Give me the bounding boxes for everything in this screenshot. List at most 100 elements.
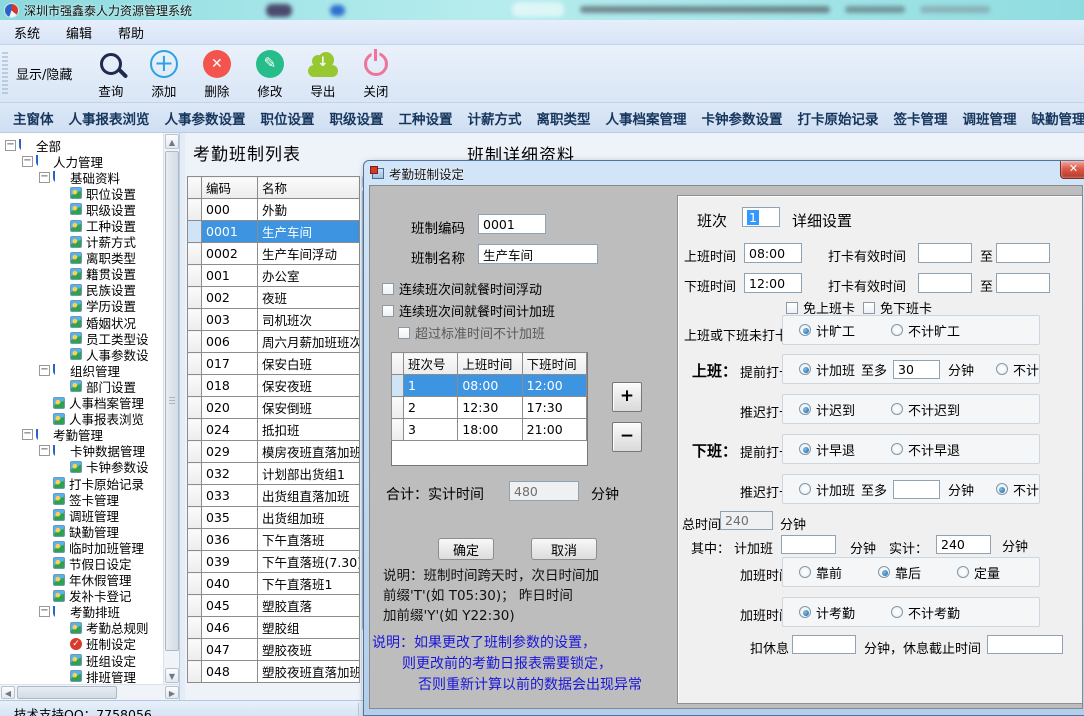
row-selector[interactable] <box>188 529 202 551</box>
add-button[interactable]: +添加 <box>137 48 190 100</box>
row-selector[interactable] <box>188 507 202 529</box>
tree-vertical-scrollbar[interactable]: ▲ ▼ <box>163 133 180 684</box>
row-selector[interactable] <box>188 441 202 463</box>
table-row[interactable]: 032计划部出货组1 <box>188 463 360 485</box>
radio-option[interactable]: 计迟到 <box>799 400 855 419</box>
scroll-down-icon[interactable]: ▼ <box>165 668 179 683</box>
shift-name-input[interactable]: 生产车间 <box>478 244 598 264</box>
row-selector[interactable] <box>188 617 202 639</box>
tab-1[interactable]: 人事报表浏览 <box>69 108 150 128</box>
table-row[interactable]: 001办公室 <box>188 265 360 287</box>
row-selector[interactable] <box>188 265 202 287</box>
export-button[interactable]: ↓导出 <box>296 48 349 100</box>
table-row[interactable]: 024抵扣班 <box>188 419 360 441</box>
menu-item-编辑[interactable]: 编辑 <box>66 23 92 42</box>
collapse-icon[interactable]: − <box>22 156 33 167</box>
column-header[interactable]: 上班时间 <box>458 353 522 375</box>
table-row[interactable]: 002夜班 <box>188 287 360 309</box>
early-in-max-input[interactable]: 30 <box>893 360 940 379</box>
add-session-button[interactable]: + <box>612 382 642 412</box>
radio-no-count[interactable]: 不计 <box>996 480 1039 499</box>
row-selector[interactable] <box>188 309 202 331</box>
close-icon[interactable]: ✕ <box>1060 161 1084 179</box>
radio-option[interactable]: 不计早退 <box>891 440 960 459</box>
table-row[interactable]: 020保安倒班 <box>188 397 360 419</box>
row-selector[interactable] <box>188 639 202 661</box>
row-selector[interactable] <box>188 331 202 353</box>
show-hide-toggle[interactable]: 显示/隐藏 <box>16 64 72 83</box>
tab-13[interactable]: 缺勤管理 <box>1032 108 1084 128</box>
tree-item[interactable]: 职位设置 <box>0 185 162 201</box>
scroll-left-icon[interactable]: ◀ <box>1 686 15 699</box>
tree-item[interactable]: −组织管理 <box>0 362 162 378</box>
session-row[interactable]: 318:0021:00 <box>392 419 587 441</box>
overtime-input[interactable] <box>781 535 836 554</box>
deduct-rest-input[interactable] <box>792 635 856 654</box>
tree-item[interactable]: 班组设定 <box>0 652 162 668</box>
row-selector[interactable] <box>188 661 202 683</box>
column-header[interactable]: 班次号 <box>404 353 458 375</box>
table-row[interactable]: 0001生产车间 <box>188 221 360 243</box>
dialog-checkbox-2[interactable]: 超过标准时间不计加班 <box>398 323 545 342</box>
tab-6[interactable]: 计薪方式 <box>468 108 522 128</box>
row-selector[interactable] <box>392 419 404 441</box>
tree-hscroll-thumb[interactable] <box>17 686 117 699</box>
remove-session-button[interactable]: − <box>612 422 642 452</box>
table-row[interactable]: 045塑胶直落 <box>188 595 360 617</box>
column-header[interactable]: 编码 <box>202 177 258 199</box>
tab-8[interactable]: 人事档案管理 <box>606 108 687 128</box>
session-row[interactable]: 212:3017:30 <box>392 397 587 419</box>
radio-option[interactable]: 计旷工 <box>799 321 855 340</box>
tab-3[interactable]: 职位设置 <box>261 108 315 128</box>
table-row[interactable]: 017保安白班 <box>188 353 360 375</box>
tab-5[interactable]: 工种设置 <box>399 108 453 128</box>
tab-11[interactable]: 签卡管理 <box>894 108 948 128</box>
tree-item[interactable]: 职级设置 <box>0 201 162 217</box>
radio-option[interactable]: 定量 <box>957 563 1000 582</box>
row-selector[interactable] <box>392 375 404 397</box>
menu-item-系统[interactable]: 系统 <box>14 23 40 42</box>
row-selector[interactable] <box>188 243 202 265</box>
cancel-button[interactable]: 取消 <box>531 538 597 560</box>
table-row[interactable]: 006周六月薪加班班次 <box>188 331 360 353</box>
valid1-from-input[interactable] <box>918 243 972 263</box>
radio-option[interactable]: 不计旷工 <box>891 321 960 340</box>
table-row[interactable]: 036下午直落班 <box>188 529 360 551</box>
row-selector[interactable] <box>188 419 202 441</box>
close-button[interactable]: 关闭 <box>349 48 402 100</box>
radio-option[interactable]: 计考勤 <box>799 603 855 622</box>
tree-item[interactable]: ✓班制设定 <box>0 636 162 652</box>
tree-item[interactable]: −基础资料 <box>0 169 162 185</box>
table-row[interactable]: 000外勤 <box>188 199 360 221</box>
radio-option[interactable]: 不计迟到 <box>891 400 960 419</box>
row-selector[interactable] <box>188 221 202 243</box>
radio-option[interactable]: 计早退 <box>799 440 855 459</box>
tab-10[interactable]: 打卡原始记录 <box>798 108 879 128</box>
actual-input[interactable]: 240 <box>936 535 991 554</box>
tree-item[interactable]: 计薪方式 <box>0 234 162 250</box>
table-row[interactable]: 029模房夜班直落加班 <box>188 441 360 463</box>
delete-button[interactable]: ✕删除 <box>190 48 243 100</box>
tab-9[interactable]: 卡钟参数设置 <box>702 108 783 128</box>
valid1-to-input[interactable] <box>996 243 1050 263</box>
tree-item[interactable]: 籍贯设置 <box>0 266 162 282</box>
work-start-input[interactable]: 08:00 <box>744 243 802 263</box>
tree-item[interactable]: 排班管理 <box>0 668 162 684</box>
session-number-input[interactable]: 1 <box>742 207 780 227</box>
rest-deadline-input[interactable] <box>987 635 1063 654</box>
row-selector[interactable] <box>188 375 202 397</box>
radio-option[interactable]: 靠后 <box>878 563 921 582</box>
row-selector[interactable] <box>188 463 202 485</box>
tab-12[interactable]: 调班管理 <box>963 108 1017 128</box>
collapse-icon[interactable]: − <box>39 606 50 617</box>
tree-scroll-thumb[interactable] <box>165 151 179 651</box>
shift-code-input[interactable]: 0001 <box>478 214 546 234</box>
dialog-checkbox-0[interactable]: 连续班次间就餐时间浮动 <box>382 279 542 298</box>
table-row[interactable]: 0002生产车间浮动 <box>188 243 360 265</box>
row-selector[interactable] <box>188 595 202 617</box>
table-row[interactable]: 035出货组加班 <box>188 507 360 529</box>
tab-7[interactable]: 离职类型 <box>537 108 591 128</box>
row-selector[interactable] <box>188 573 202 595</box>
valid2-to-input[interactable] <box>996 273 1050 293</box>
row-selector[interactable] <box>188 287 202 309</box>
